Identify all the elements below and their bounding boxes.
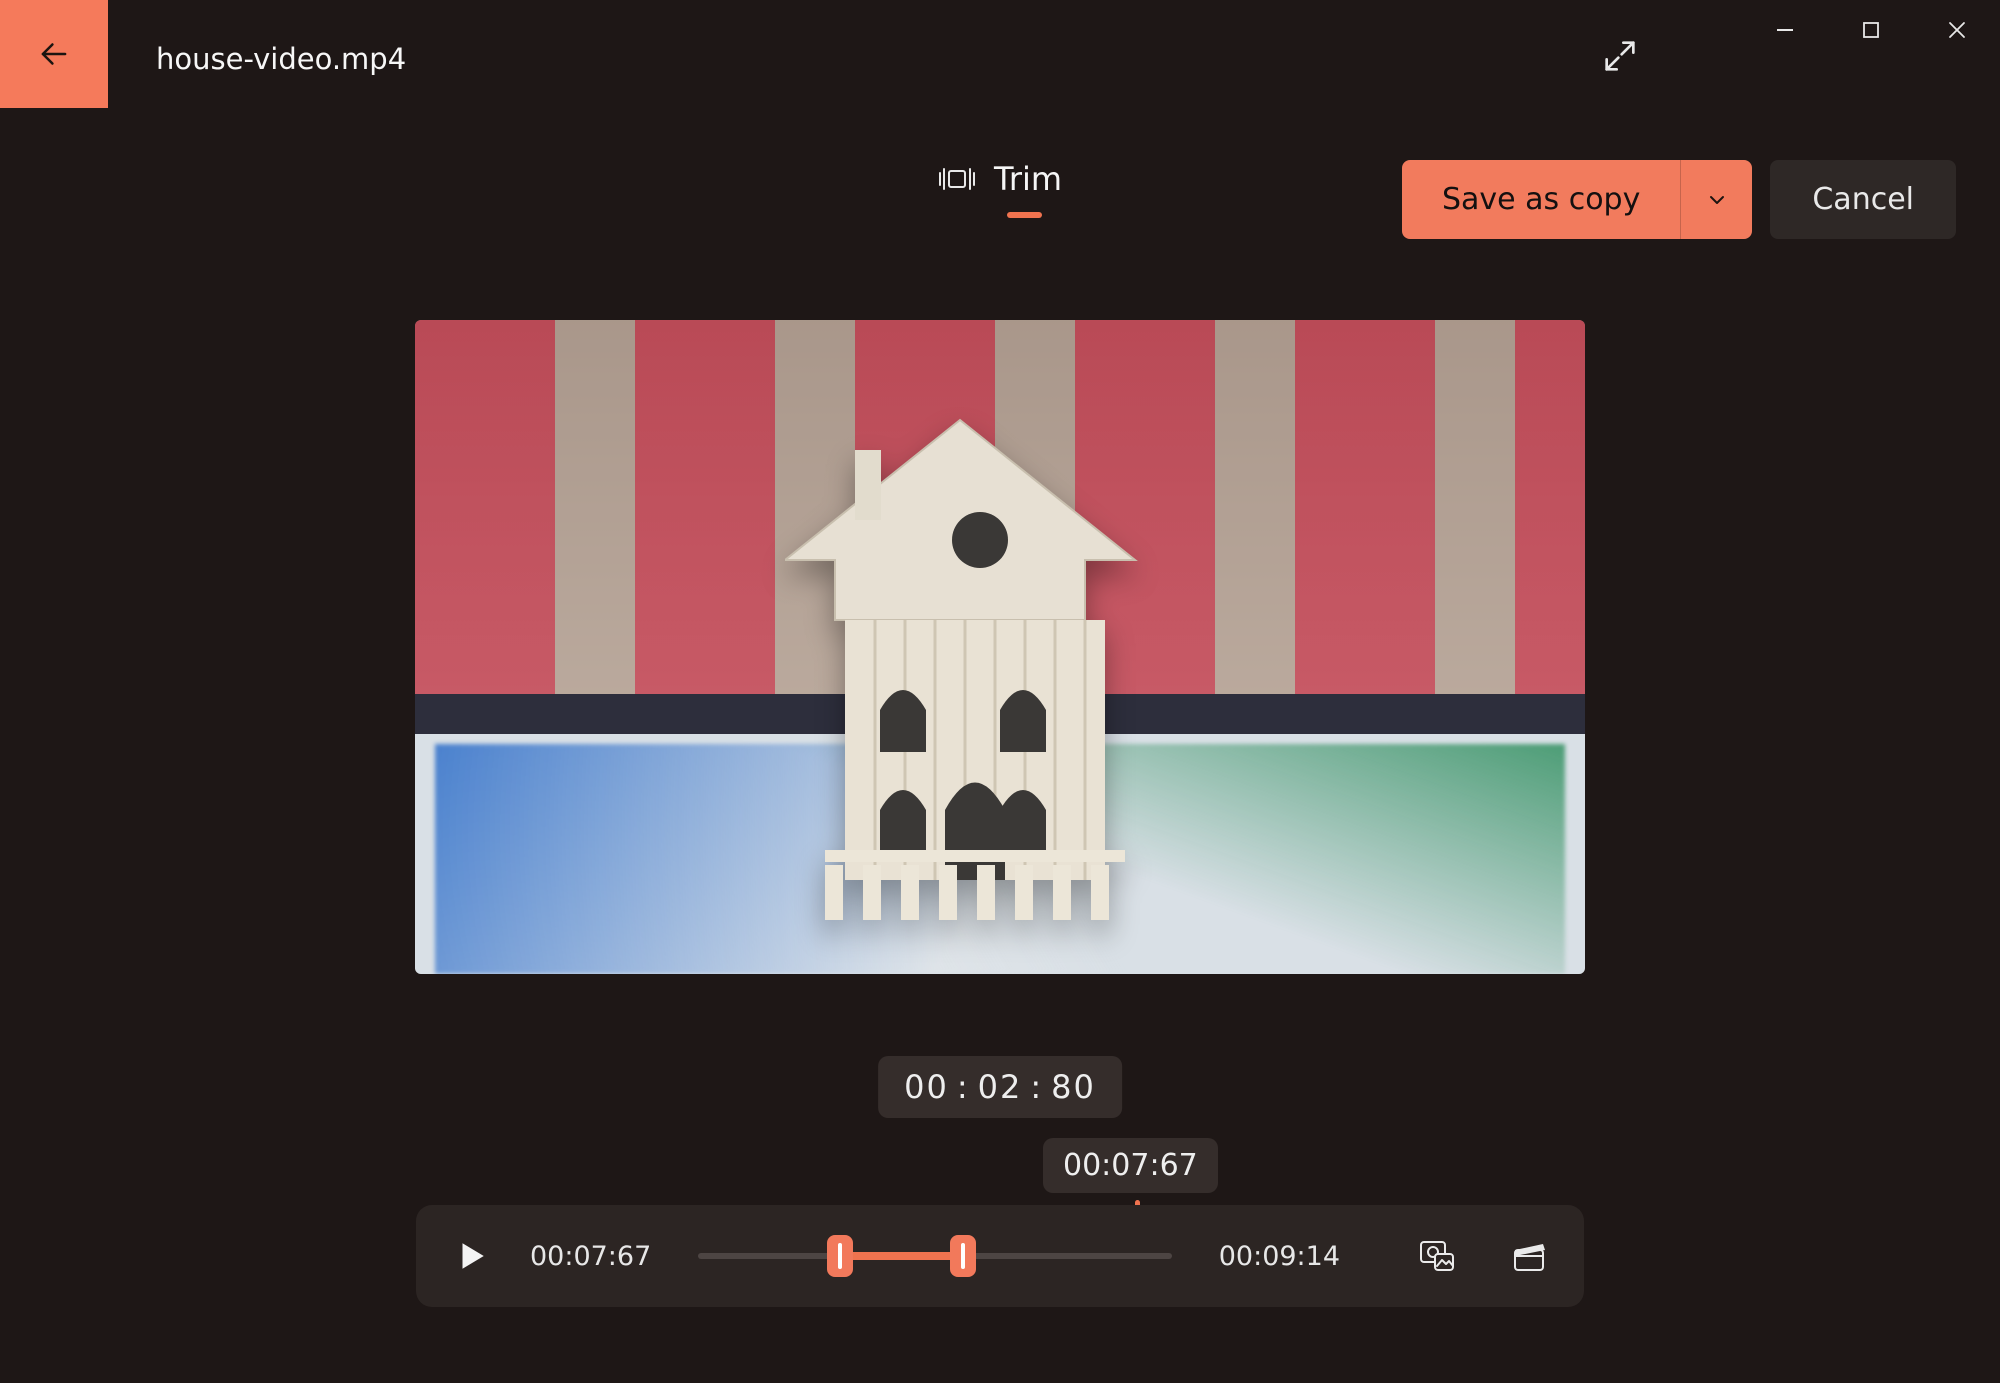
dur-ss: 80: [1051, 1068, 1096, 1106]
trim-selection[interactable]: [840, 1252, 963, 1260]
frame-export-icon: [1417, 1236, 1457, 1276]
actions-row: Trim Save as copy Cancel: [0, 160, 2000, 218]
title-bar: house-video.mp4: [0, 0, 2000, 110]
video-preview[interactable]: [415, 320, 1585, 974]
close-button[interactable]: [1914, 0, 2000, 60]
maximize-button[interactable]: [1828, 0, 1914, 60]
preview-tools: [1414, 1233, 1552, 1279]
play-button[interactable]: [448, 1233, 494, 1279]
total-time: 00:09:14: [1208, 1241, 1340, 1272]
maximize-icon: [1862, 21, 1880, 39]
fullscreen-button[interactable]: [1600, 36, 1640, 80]
clapper-icon: [1509, 1236, 1549, 1276]
window-controls: [1742, 0, 2000, 60]
cancel-button[interactable]: Cancel: [1770, 160, 1956, 239]
trim-icon: [938, 165, 976, 193]
minimize-button[interactable]: [1742, 0, 1828, 60]
current-time: 00:07:67: [530, 1241, 662, 1272]
expand-icon: [1600, 36, 1640, 76]
playback-bar: 00:07:67 00:09:14: [416, 1205, 1584, 1307]
playhead-tooltip: 00:07:67: [1043, 1138, 1218, 1193]
trim-tab-label: Trim: [994, 160, 1062, 198]
trim-handle-start[interactable]: [827, 1235, 853, 1277]
clapper-button[interactable]: [1506, 1233, 1552, 1279]
file-name: house-video.mp4: [108, 0, 406, 76]
chevron-down-icon: [1705, 188, 1729, 212]
back-arrow-icon: [35, 35, 73, 73]
save-as-copy-button[interactable]: Save as copy: [1402, 160, 1680, 239]
selected-duration-readout[interactable]: 00:02:80: [878, 1056, 1122, 1118]
dur-hh: 00: [904, 1068, 949, 1106]
dur-mm: 02: [978, 1068, 1023, 1106]
save-dropdown-button[interactable]: [1680, 160, 1752, 239]
play-icon: [454, 1239, 488, 1273]
trim-tab[interactable]: Trim: [938, 160, 1062, 218]
close-icon: [1947, 20, 1967, 40]
preview-house-icon: [785, 410, 1215, 930]
minimize-icon: [1775, 20, 1795, 40]
action-buttons: Save as copy Cancel: [1402, 160, 1956, 239]
trim-handle-end[interactable]: [950, 1235, 976, 1277]
back-button[interactable]: [0, 0, 108, 108]
active-tab-underline: [1007, 212, 1042, 218]
trim-track[interactable]: [698, 1249, 1172, 1263]
save-split-button: Save as copy: [1402, 160, 1752, 239]
frame-export-button[interactable]: [1414, 1233, 1460, 1279]
